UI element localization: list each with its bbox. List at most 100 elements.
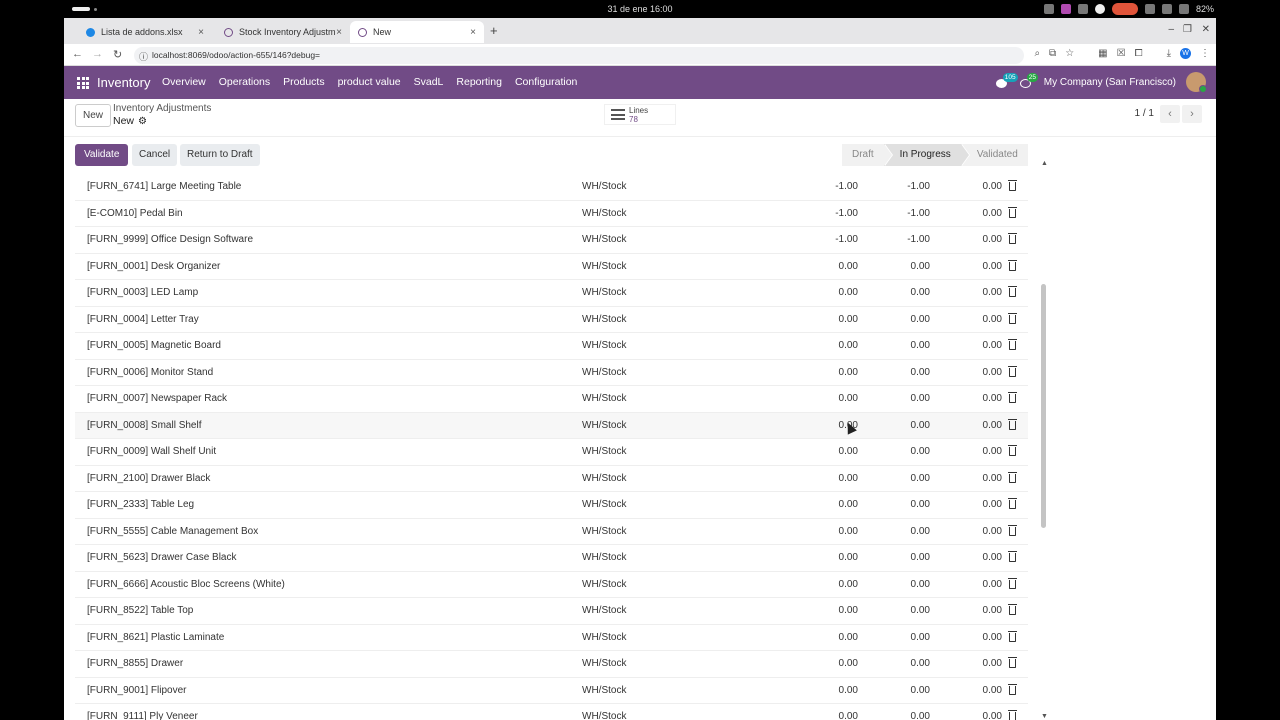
reload-icon[interactable]: ↻ [113,48,122,61]
location-cell[interactable]: WH/Stock [582,446,626,457]
validate-button[interactable]: Validate [75,144,129,166]
trash-icon[interactable] [1008,683,1017,695]
difference-cell[interactable]: 0.00 [983,234,1002,245]
system-tray[interactable]: 82% [1043,3,1214,15]
quantity-cell[interactable]: 0.00 [839,685,858,696]
quantity-cell[interactable]: 0.00 [839,314,858,325]
quantity-cell[interactable]: 0.00 [839,393,858,404]
table-row[interactable]: [FURN_9001] Flipover WH/Stock 0.00 0.00 0.00 [75,678,1028,704]
table-row[interactable]: [FURN_9111] Ply Veneer WH/Stock 0.00 0.00 0.… [75,704,1028,720]
extension-icon[interactable]: ▦ [1098,48,1107,59]
trash-icon[interactable] [1008,551,1017,562]
table-row[interactable]: [FURN_5555] Cable Management Box WH/Stock… [75,519,1028,545]
table-row[interactable]: [FURN_0004] Letter Tray WH/Stock 0.00 0.00 0… [75,307,1028,333]
tab-stock-inventory[interactable]: Stock Inventory Adjustm × [216,21,350,43]
product-cell[interactable]: [FURN_5555] Cable Management Box [87,526,258,537]
table-row[interactable]: [FURN_0008] Small Shelf WH/Stock 0.00 0.00 0… [75,412,1028,439]
product-cell[interactable]: [FURN_0003] LED Lamp [87,287,198,298]
menu-operations[interactable]: Operations [219,76,270,88]
scroll-down-icon[interactable]: ▼ [1041,713,1048,720]
extension-x-icon[interactable]: ☒ [1117,48,1126,59]
install-icon[interactable]: ⧉ [1049,48,1056,59]
download-icon[interactable]: ⤓ [1167,48,1171,59]
table-row[interactable]: [FURN_5623] Drawer Case Black WH/Stock 0.0… [75,545,1028,572]
trash-icon[interactable] [1008,498,1017,509]
trash-icon[interactable] [1008,657,1017,668]
difference-cell[interactable]: 0.00 [983,499,1002,510]
table-row[interactable]: [FURN_9999] Office Design Software WH/Sto… [75,227,1028,254]
trash-icon[interactable] [1008,365,1017,377]
table-row[interactable]: [FURN_0001] Desk Organizer WH/Stock 0.00 0.… [75,254,1028,280]
scrollbar-thumb[interactable] [1041,284,1046,528]
table-row[interactable]: [FURN_2333] Table Leg WH/Stock 0.00 0.00 0.0… [75,492,1028,519]
location-cell[interactable]: WH/Stock [582,261,626,272]
counted-quantity-cell[interactable]: -1.00 [907,208,930,219]
user-avatar[interactable] [1186,72,1207,93]
product-cell[interactable]: [FURN_0008] Small Shelf [87,420,202,431]
app-brand[interactable]: Inventory [97,75,150,90]
counted-quantity-cell[interactable]: 0.00 [911,287,930,298]
window-close-icon[interactable]: ✕ [1202,24,1210,35]
lines-smart-button[interactable]: Lines 78 [604,104,676,125]
table-row[interactable]: [FURN_8522] Table Top WH/Stock 0.00 0.00 0.0… [75,598,1028,625]
quantity-cell[interactable]: 0.00 [839,499,858,510]
counted-quantity-cell[interactable]: 0.00 [911,499,930,510]
pager-previous-icon[interactable]: ‹ [1160,105,1180,123]
trash-icon[interactable] [1008,286,1017,297]
location-cell[interactable]: WH/Stock [582,685,626,696]
difference-cell[interactable]: 0.00 [983,314,1002,325]
table-row[interactable]: [FURN_8621] Plastic Laminate WH/Stock 0.00… [75,625,1028,651]
menu-svadl[interactable]: SvadL [414,76,444,88]
location-cell[interactable]: WH/Stock [582,208,626,219]
trash-icon[interactable] [1008,233,1017,244]
product-cell[interactable]: [FURN_9111] Ply Veneer [87,711,198,720]
quantity-cell[interactable]: 0.00 [839,526,858,537]
table-row[interactable]: [FURN_6741] Large Meeting Table WH/Stock -… [75,174,1028,201]
quantity-cell[interactable]: 0.00 [839,632,858,643]
return-to-draft-button[interactable]: Return to Draft [180,144,260,166]
quantity-cell[interactable]: -1.00 [835,181,858,192]
tab-new[interactable]: New × [350,21,484,43]
product-cell[interactable]: [FURN_5623] Drawer Case Black [87,552,237,563]
company-switcher[interactable]: My Company (San Francisco) [1044,77,1176,88]
location-cell[interactable]: WH/Stock [582,658,626,669]
trash-icon[interactable] [1008,418,1017,430]
difference-cell[interactable]: 0.00 [983,658,1002,669]
location-cell[interactable]: WH/Stock [582,287,626,298]
counted-quantity-cell[interactable]: 0.00 [911,473,930,484]
state-validated[interactable]: Validated [960,144,1028,166]
location-cell[interactable]: WH/Stock [582,499,626,510]
product-cell[interactable]: [FURN_0001] Desk Organizer [87,261,220,272]
pager-next-icon[interactable]: › [1182,105,1202,123]
new-record-button[interactable]: New [75,104,112,127]
difference-cell[interactable]: 0.00 [983,711,1002,720]
counted-quantity-cell[interactable]: -1.00 [907,234,930,245]
product-cell[interactable]: [FURN_2100] Drawer Black [87,473,210,484]
counted-quantity-cell[interactable]: 0.00 [911,605,930,616]
quantity-cell[interactable]: 0.00 [839,473,858,484]
table-row[interactable]: [FURN_8855] Drawer WH/Stock 0.00 0.00 0.00 [75,651,1028,678]
counted-quantity-cell[interactable]: 0.00 [911,367,930,378]
counted-quantity-cell[interactable]: 0.00 [911,393,930,404]
counted-quantity-cell[interactable]: 0.00 [911,446,930,457]
counted-quantity-cell[interactable]: 0.00 [911,658,930,669]
cancel-button[interactable]: Cancel [132,144,178,166]
location-cell[interactable]: WH/Stock [582,473,626,484]
close-icon[interactable]: × [336,27,342,38]
location-cell[interactable]: WH/Stock [582,367,626,378]
apps-menu-icon[interactable] [77,77,89,89]
menu-overview[interactable]: Overview [162,76,206,88]
location-cell[interactable]: WH/Stock [582,314,626,325]
difference-cell[interactable]: 0.00 [983,605,1002,616]
menu-configuration[interactable]: Configuration [515,76,577,88]
product-cell[interactable]: [FURN_0004] Letter Tray [87,314,199,325]
location-cell[interactable]: WH/Stock [582,526,626,537]
product-cell[interactable]: [FURN_8621] Plastic Laminate [87,632,224,643]
product-cell[interactable]: [FURN_0005] Magnetic Board [87,340,221,351]
difference-cell[interactable]: 0.00 [983,446,1002,457]
quantity-cell[interactable]: 0.00 [839,579,858,590]
difference-cell[interactable]: 0.00 [983,181,1002,192]
counted-quantity-cell[interactable]: 0.00 [911,314,930,325]
table-row[interactable]: [E-COM10] Pedal Bin WH/Stock -1.00 -1.00 0.0… [75,201,1028,227]
quantity-cell[interactable]: 0.00 [839,367,858,378]
